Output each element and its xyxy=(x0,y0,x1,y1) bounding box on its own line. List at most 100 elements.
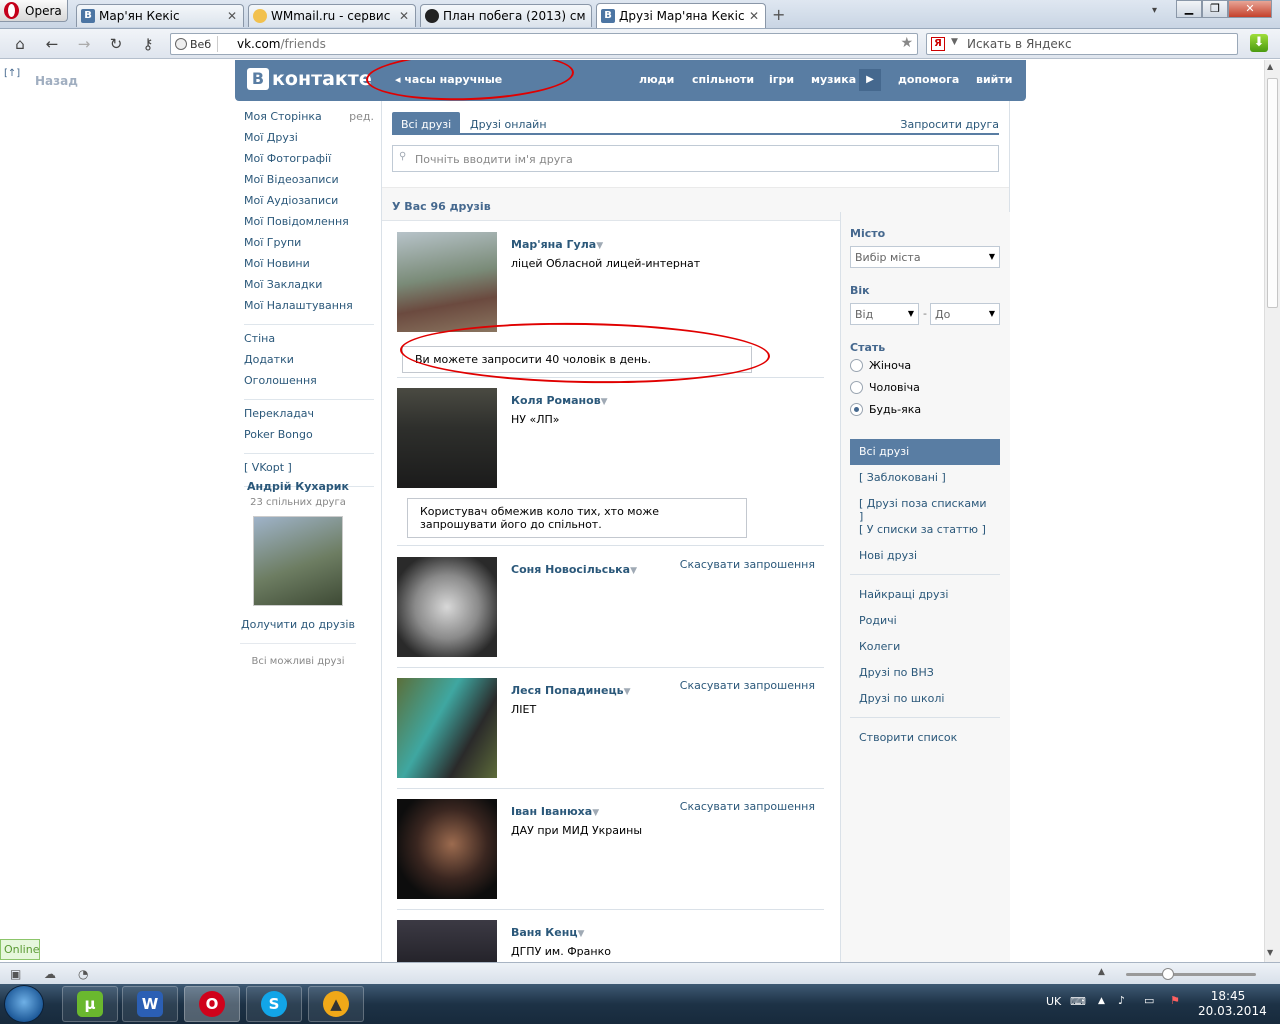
friend-photo[interactable] xyxy=(397,678,497,778)
system-clock[interactable]: 18:45 20.03.2014 xyxy=(1198,989,1267,1019)
view-options-icon[interactable]: ▲ xyxy=(1098,967,1105,977)
network-icon[interactable]: ▭ xyxy=(1144,994,1154,1024)
list-blocked[interactable]: [ Заблоковані ] xyxy=(850,465,1000,491)
friend-photo[interactable] xyxy=(397,799,497,899)
menu-my-news[interactable]: Мої Новини xyxy=(244,257,374,278)
menu-my-photos[interactable]: Мої Фотографії xyxy=(244,152,374,173)
browser-tab-4-active[interactable]: B Друзі Мар'яна Кекіса |... ✕ xyxy=(596,3,766,28)
list-relatives[interactable]: Родичі xyxy=(850,608,1000,634)
opera-unite-icon[interactable]: ☁ xyxy=(44,967,56,981)
vk-logo[interactable]: B контакте xyxy=(247,68,372,90)
volume-icon[interactable]: ♪ xyxy=(1118,994,1125,1024)
suggestion-name[interactable]: Андрій Кухарик xyxy=(240,480,356,493)
menu-logout[interactable]: вийти xyxy=(976,73,1012,86)
back-icon[interactable]: ← xyxy=(42,35,62,53)
add-friend-link[interactable]: Долучити до друзів xyxy=(240,618,356,631)
list-new-friends[interactable]: Нові друзі xyxy=(850,543,1000,569)
menu-my-bookmarks[interactable]: Мої Закладки xyxy=(244,278,374,299)
list-by-gender[interactable]: [ У списки за статтю ] xyxy=(850,517,1000,543)
list-university-friends[interactable]: Друзі по ВНЗ xyxy=(850,660,1000,686)
minimize-icon[interactable]: ▁ xyxy=(1176,0,1202,18)
friend-name-link[interactable]: Іван Іванюха▼ xyxy=(511,805,599,818)
friend-actions-dropdown-icon[interactable]: ▼ xyxy=(592,808,599,818)
search-engine-dropdown-icon[interactable]: ▼ xyxy=(951,37,958,47)
home-icon[interactable]: ⌂ xyxy=(10,35,30,53)
gender-radio-female[interactable]: Жіноча xyxy=(850,359,911,372)
list-best-friends[interactable]: Найкращі друзі xyxy=(850,582,1000,608)
friend-name-link[interactable]: Коля Романов▼ xyxy=(511,394,608,407)
gender-radio-any[interactable]: Будь-яка xyxy=(850,403,921,416)
close-window-icon[interactable]: ✕ xyxy=(1228,0,1272,18)
menu-vkopt[interactable]: [ VKopt ] xyxy=(244,461,374,482)
invite-friend-link[interactable]: Запросити друга xyxy=(900,118,999,131)
key-icon[interactable]: ⚷ xyxy=(138,35,158,53)
friend-actions-dropdown-icon[interactable]: ▼ xyxy=(601,397,608,407)
scroll-down-icon[interactable]: ▼ xyxy=(1267,948,1273,957)
menu-poker-bongo[interactable]: Poker Bongo xyxy=(244,428,374,449)
menu-communities[interactable]: спільноти xyxy=(692,73,754,86)
list-school-friends[interactable]: Друзі по школі xyxy=(850,686,1000,712)
menu-my-messages[interactable]: Мої Повідомлення xyxy=(244,215,374,236)
menu-my-videos[interactable]: Мої Відеозаписи xyxy=(244,173,374,194)
friend-actions-dropdown-icon[interactable]: ▼ xyxy=(596,241,603,251)
friend-actions-dropdown-icon[interactable]: ▼ xyxy=(578,929,585,939)
gender-radio-male[interactable]: Чоловіча xyxy=(850,381,920,394)
restore-icon[interactable]: ❐ xyxy=(1202,0,1228,18)
menu-people[interactable]: люди xyxy=(639,73,674,86)
address-field[interactable]: Веб vk.com/friends ★ xyxy=(170,33,918,55)
friend-search-input[interactable]: ⚲ Почніть вводити ім'я друга xyxy=(392,145,999,172)
friend-photo[interactable] xyxy=(397,557,497,657)
cancel-invite-link[interactable]: Скасувати запрошення xyxy=(680,558,815,571)
menu-my-friends[interactable]: Мої Друзі xyxy=(244,131,374,152)
browser-tab-1[interactable]: B Мар'ян Кекіс ✕ xyxy=(76,4,244,27)
list-unlisted[interactable]: [ Друзі поза списками ] xyxy=(850,491,1000,523)
turbo-icon[interactable]: ◔ xyxy=(78,967,88,981)
web-badge[interactable]: Веб xyxy=(175,36,219,52)
music-play-icon[interactable]: ▶ xyxy=(859,69,881,91)
yandex-search-field[interactable]: Я ▼ Искать в Яндекс xyxy=(926,33,1238,55)
taskbar-app-utorrent[interactable]: µ xyxy=(62,986,118,1022)
friend-actions-dropdown-icon[interactable]: ▼ xyxy=(630,566,637,576)
tab-friends-online[interactable]: Друзі онлайн xyxy=(461,112,556,135)
zoom-slider[interactable] xyxy=(1126,968,1256,980)
friend-photo[interactable] xyxy=(397,920,497,962)
city-select[interactable]: Вибір міста ▼ xyxy=(850,246,1000,268)
back-link[interactable]: Назад xyxy=(35,74,78,88)
menu-music[interactable]: музика xyxy=(811,73,856,86)
edit-link[interactable]: ред. xyxy=(349,110,374,123)
tab-all-friends[interactable]: Всі друзі xyxy=(392,112,461,135)
tab-close-icon[interactable]: ✕ xyxy=(399,9,409,23)
age-from-select[interactable]: Від ▼ xyxy=(850,303,919,325)
create-list-link[interactable]: Створити список xyxy=(850,725,1000,751)
forward-icon[interactable]: → xyxy=(74,35,94,53)
scroll-up-icon[interactable]: ▲ xyxy=(1267,62,1273,71)
menu-wall[interactable]: Стіна xyxy=(244,332,374,353)
windows-start-button[interactable] xyxy=(4,985,44,1023)
taskbar-app-opera[interactable]: O xyxy=(184,986,240,1022)
menu-apps[interactable]: Додатки xyxy=(244,353,374,374)
friend-actions-dropdown-icon[interactable]: ▼ xyxy=(624,687,631,697)
friend-name-link[interactable]: Мар'яна Гула▼ xyxy=(511,238,603,251)
friend-photo[interactable] xyxy=(397,388,497,488)
suggestion-photo[interactable] xyxy=(253,516,343,606)
cancel-invite-link[interactable]: Скасувати запрошення xyxy=(680,679,815,692)
page-scrollbar[interactable]: ▲ ▼ xyxy=(1264,60,1280,962)
language-indicator[interactable]: UK xyxy=(1046,995,1061,1024)
friend-name-link[interactable]: Ваня Кенц▼ xyxy=(511,926,584,939)
all-possible-friends-link[interactable]: Всі можливі друзі xyxy=(240,643,356,667)
scroll-top-link[interactable]: [↑] xyxy=(4,68,20,79)
menu-help[interactable]: допомога xyxy=(898,73,959,86)
reload-icon[interactable]: ↻ xyxy=(106,35,126,53)
menu-games[interactable]: ігри xyxy=(769,73,794,86)
age-to-select[interactable]: До ▼ xyxy=(930,303,1000,325)
download-icon[interactable]: ⬇ xyxy=(1250,34,1268,52)
bookmark-star-icon[interactable]: ★ xyxy=(900,35,913,51)
keyboard-icon[interactable]: ⌨ xyxy=(1070,995,1086,1024)
friend-photo[interactable] xyxy=(397,232,497,332)
action-center-icon[interactable]: ⚑ xyxy=(1170,994,1180,1024)
friend-name-link[interactable]: Соня Новосільська▼ xyxy=(511,563,637,576)
tab-list-icon[interactable]: ▾ xyxy=(1152,5,1157,16)
menu-translator[interactable]: Перекладач xyxy=(244,407,374,428)
tray-expand-icon[interactable]: ▲ xyxy=(1098,996,1105,1024)
menu-ads[interactable]: Оголошення xyxy=(244,374,374,395)
